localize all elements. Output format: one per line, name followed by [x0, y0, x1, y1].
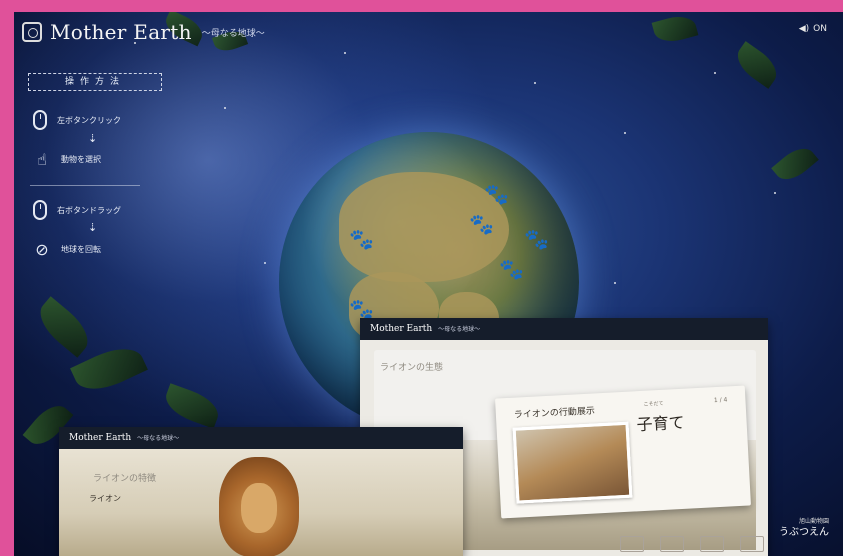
howto-title: 操作方法: [28, 73, 162, 91]
lion-face: [241, 483, 277, 533]
sound-toggle[interactable]: ◀) ON: [799, 24, 827, 34]
card-topbar: Mother Earth 〜母なる地球〜: [59, 427, 463, 449]
card-brand-subtitle: 〜母なる地球〜: [137, 435, 180, 442]
card-brand-title: Mother Earth: [370, 324, 433, 334]
control-right-drag: 右ボタンドラッグ: [33, 200, 121, 220]
panel-heading: ライオンの生態: [380, 363, 444, 373]
behavior-heading: 子育て: [636, 412, 686, 435]
control-left-click: 左ボタンクリック: [33, 110, 121, 130]
animal-pointer-icon: ☝: [37, 150, 47, 169]
behavior-detail-card: ライオンの行動展示 1 / 4 こそだて 子育て: [495, 385, 751, 519]
app-subtitle: 〜母なる地球〜: [201, 28, 265, 39]
star: [624, 132, 626, 134]
mouse-left-click-icon: [33, 110, 47, 130]
sound-label: ON: [813, 24, 827, 34]
card-brand: Mother Earth 〜母なる地球〜: [69, 433, 179, 443]
rotate-globe-icon: ⊘: [35, 240, 49, 259]
control-select-animal: ☝ 動物を選択: [33, 150, 101, 169]
arrow-down-icon: ⇣: [88, 132, 98, 145]
control-label: 動物を選択: [61, 155, 101, 164]
card-brand-title: Mother Earth: [69, 433, 132, 443]
nav-icon[interactable]: [620, 536, 644, 552]
speaker-icon: ◀): [798, 24, 810, 34]
animal-icon[interactable]: 🐾: [349, 227, 374, 251]
app-title: Mother Earth: [50, 20, 192, 44]
behavior-heading-ruby: こそだて: [643, 400, 664, 408]
card-brand: Mother Earth 〜母なる地球〜: [370, 324, 480, 334]
control-label: 右ボタンドラッグ: [57, 205, 121, 215]
star: [224, 107, 226, 109]
star: [344, 52, 346, 54]
lion-image: [219, 457, 299, 556]
behavior-body-text: [637, 436, 732, 441]
features-heading: ライオンの特徴: [93, 474, 157, 484]
zoo-logo-line1: 旭山動物園: [798, 518, 829, 525]
animal-name: ライオン: [89, 494, 121, 503]
animal-icon[interactable]: 🐾: [499, 257, 524, 281]
control-rotate-earth: ⊘ 地球を回転: [33, 240, 101, 259]
card-nav-icons: [620, 536, 764, 552]
arrow-down-icon: ⇣: [88, 221, 98, 234]
star: [264, 262, 266, 264]
divider: [30, 185, 140, 186]
animal-icon[interactable]: 🐾: [484, 182, 509, 206]
zoo-logo: 旭山動物園 うぶつえん: [779, 516, 829, 538]
control-label: 地球を回転: [61, 245, 101, 254]
control-label: 左ボタンクリック: [57, 115, 121, 125]
animal-icon[interactable]: 🐾: [524, 227, 549, 251]
nav-icon[interactable]: [740, 536, 764, 552]
nav-icon[interactable]: [700, 536, 724, 552]
card-topbar: Mother Earth 〜母なる地球〜: [360, 318, 768, 340]
lion-cub-photo: [512, 421, 633, 504]
animal-icon[interactable]: 🐾: [469, 212, 494, 236]
behavior-card-title: ライオンの行動展示: [513, 406, 596, 421]
card-brand-subtitle: 〜母なる地球〜: [438, 326, 481, 333]
app-header: Mother Earth 〜母なる地球〜: [22, 20, 265, 44]
behavior-card-pager[interactable]: 1 / 4: [714, 396, 728, 404]
globe-logo-icon: [22, 22, 42, 42]
nav-icon[interactable]: [660, 536, 684, 552]
star: [774, 192, 776, 194]
star: [614, 282, 616, 284]
zoo-logo-line2: うぶつえん: [779, 527, 829, 538]
star: [534, 82, 536, 84]
mouse-right-drag-icon: [33, 200, 47, 220]
screenshot-card-features: Mother Earth 〜母なる地球〜 ライオンの特徴 ライオン: [59, 427, 463, 556]
star: [714, 72, 716, 74]
